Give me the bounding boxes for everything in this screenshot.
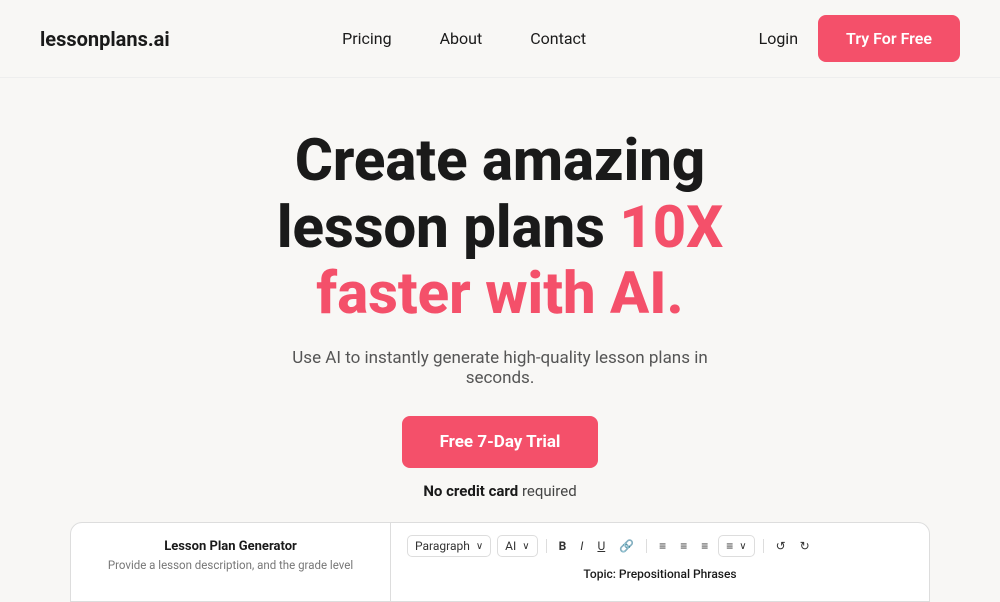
hero-title-line3: faster with AI. — [316, 260, 683, 328]
preview-right-panel: Paragraph ∨ AI ∨ B I U 🔗 ≡ ≡ ≡ — [391, 523, 929, 601]
italic-button[interactable]: I — [576, 538, 587, 554]
editor-toolbar: Paragraph ∨ AI ∨ B I U 🔗 ≡ ≡ ≡ — [407, 535, 913, 557]
lesson-plan-generator-title: Lesson Plan Generator — [91, 539, 370, 554]
redo-button[interactable]: ↻ — [796, 538, 814, 554]
hero-title-line2: lesson plans — [277, 194, 619, 262]
toolbar-separator-3 — [763, 539, 764, 553]
link-button[interactable]: 🔗 — [615, 538, 638, 554]
topic-label: Topic: — [583, 567, 616, 581]
hero-section: Create amazing lesson plans 10X faster w… — [0, 78, 1000, 602]
no-credit-card-text: No credit card required — [423, 482, 576, 500]
logo-suffix: .ai — [148, 27, 170, 51]
topic-value: Prepositional Phrases — [619, 567, 737, 581]
hero-subtitle: Use AI to instantly generate high-qualit… — [260, 348, 740, 388]
logo: lessonplans.ai — [40, 27, 170, 51]
no-credit-card-bold: No credit card — [423, 482, 518, 500]
nav-pricing[interactable]: Pricing — [342, 29, 392, 48]
navbar-actions: Login Try For Free — [759, 15, 960, 62]
align-icon: ≡ — [726, 539, 733, 553]
preview-container: Lesson Plan Generator Provide a lesson d… — [0, 522, 1000, 602]
align-dropdown[interactable]: ≡ ∨ — [718, 535, 754, 557]
nav-links: Pricing About Contact — [342, 29, 586, 48]
underline-button[interactable]: U — [593, 538, 609, 554]
bold-button[interactable]: B — [555, 538, 571, 554]
no-credit-card-suffix: required — [518, 482, 576, 500]
lesson-plan-generator-desc: Provide a lesson description, and the gr… — [91, 558, 370, 572]
paragraph-chevron-icon: ∨ — [476, 541, 483, 552]
try-for-free-button[interactable]: Try For Free — [818, 15, 960, 62]
login-button[interactable]: Login — [759, 29, 798, 48]
navbar: lessonplans.ai Pricing About Contact Log… — [0, 0, 1000, 78]
indent-button[interactable]: ≡ — [697, 538, 712, 554]
hero-title: Create amazing lesson plans 10X faster w… — [277, 128, 723, 328]
preview-left-panel: Lesson Plan Generator Provide a lesson d… — [71, 523, 391, 601]
ordered-list-button[interactable]: ≡ — [676, 538, 691, 554]
logo-text: lessonplans — [40, 27, 148, 51]
toolbar-separator-2 — [646, 539, 647, 553]
paragraph-label: Paragraph — [415, 539, 470, 553]
ai-label: AI — [505, 539, 516, 553]
align-chevron-icon: ∨ — [739, 541, 746, 552]
free-trial-button[interactable]: Free 7-Day Trial — [402, 416, 599, 468]
paragraph-dropdown[interactable]: Paragraph ∨ — [407, 535, 491, 557]
toolbar-separator-1 — [546, 539, 547, 553]
nav-contact[interactable]: Contact — [530, 29, 586, 48]
ai-dropdown[interactable]: AI ∨ — [497, 535, 537, 557]
hero-title-highlight: 10X — [619, 194, 723, 262]
ai-chevron-icon: ∨ — [522, 541, 529, 552]
topic-display: Topic: Prepositional Phrases — [407, 567, 913, 581]
nav-about[interactable]: About — [440, 29, 483, 48]
preview-card: Lesson Plan Generator Provide a lesson d… — [70, 522, 930, 602]
undo-button[interactable]: ↺ — [772, 538, 790, 554]
bullet-list-button[interactable]: ≡ — [655, 538, 670, 554]
hero-title-line1: Create amazing — [295, 127, 705, 195]
